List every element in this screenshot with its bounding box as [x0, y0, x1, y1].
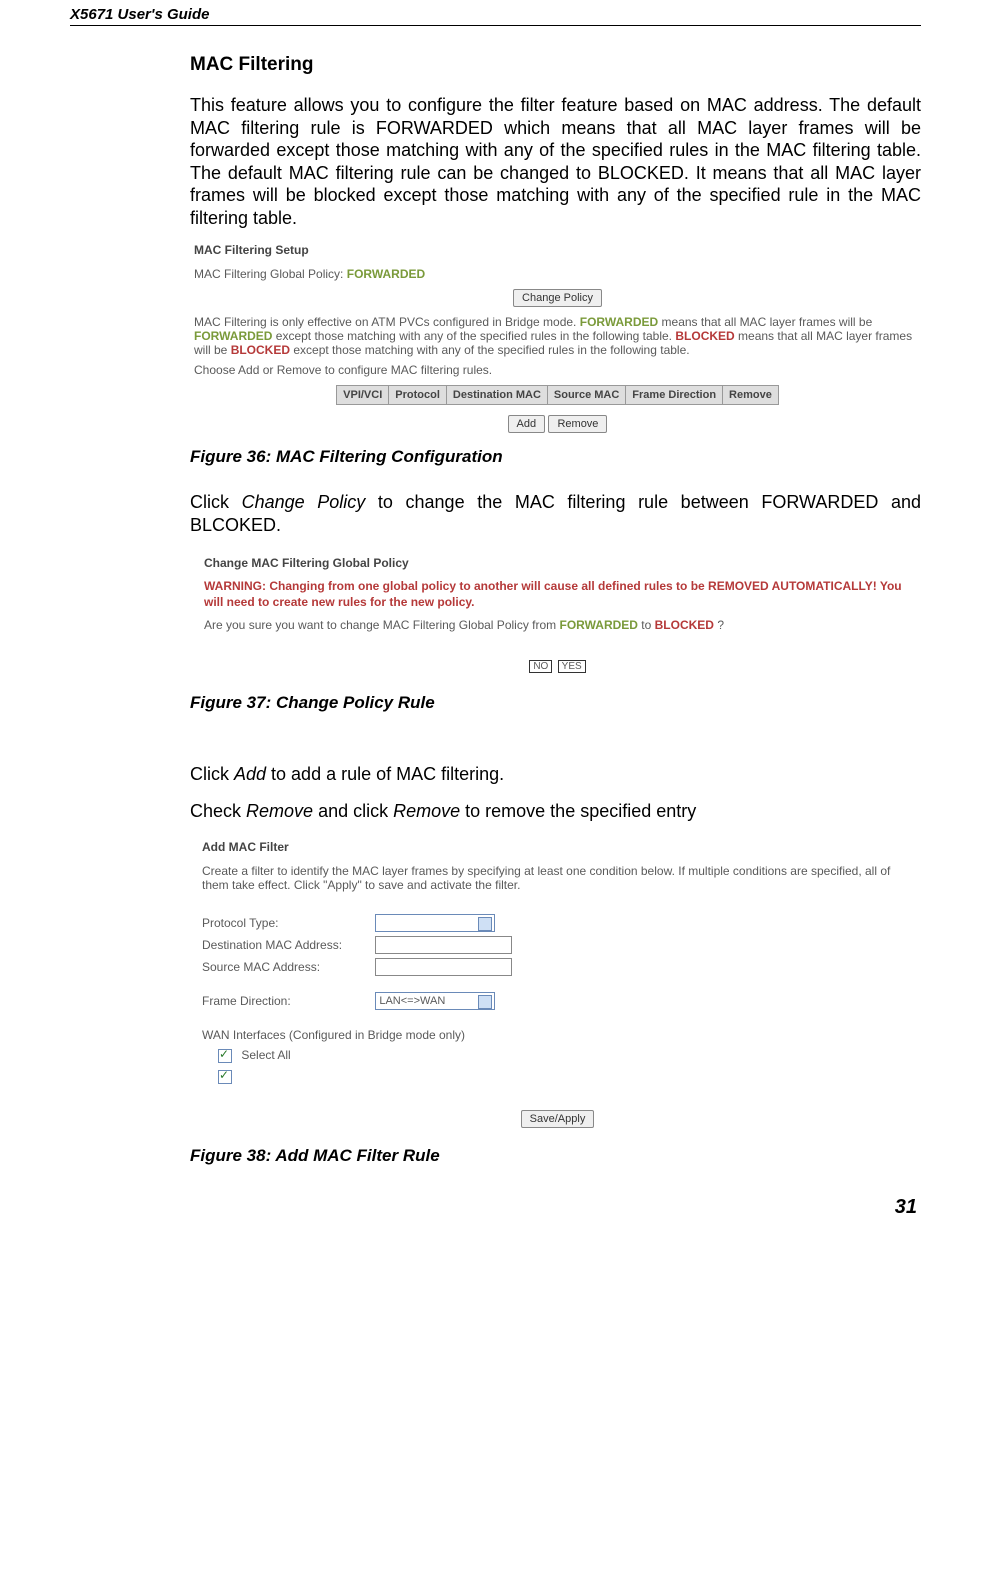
interface-checkbox[interactable]: [218, 1070, 232, 1084]
src-input[interactable]: [375, 958, 512, 976]
dest-input[interactable]: [375, 936, 512, 954]
wan-label: WAN Interfaces (Configured in Bridge mod…: [202, 1028, 913, 1042]
select-all-label: Select All: [241, 1048, 290, 1062]
yes-button[interactable]: YES: [558, 660, 586, 673]
policy-value: FORWARDED: [347, 267, 425, 281]
dest-row: Destination MAC Address:: [202, 936, 913, 954]
remove-rule-paragraph: Check Remove and click Remove to remove …: [190, 800, 921, 823]
figure-37-screenshot: Change MAC Filtering Global Policy WARNI…: [194, 550, 921, 679]
col-remove: Remove: [723, 386, 779, 405]
add-rule-paragraph: Click Add to add a rule of MAC filtering…: [190, 763, 921, 786]
protocol-label: Protocol Type:: [202, 916, 372, 930]
section-heading: MAC Filtering: [190, 54, 921, 76]
figure-38-caption: Figure 38: Add MAC Filter Rule: [190, 1146, 921, 1166]
col-src: Source MAC: [547, 386, 625, 405]
select-all-checkbox[interactable]: [218, 1049, 232, 1063]
page-number: 31: [70, 1196, 921, 1219]
figure-38-screenshot: Add MAC Filter Create a filter to identi…: [194, 836, 921, 1132]
src-row: Source MAC Address:: [202, 958, 913, 976]
remove-button[interactable]: Remove: [548, 415, 607, 433]
frame-label: Frame Direction:: [202, 994, 372, 1008]
src-label: Source MAC Address:: [202, 960, 372, 974]
main-content: MAC Filtering This feature allows you to…: [190, 54, 921, 1166]
figure-36-screenshot: MAC Filtering Setup MAC Filtering Global…: [194, 243, 921, 433]
add-filter-title: Add MAC Filter: [202, 840, 913, 854]
frame-row: Frame Direction: LAN<=>WAN: [202, 992, 913, 1010]
policy-label: MAC Filtering Global Policy:: [194, 267, 343, 281]
col-frame: Frame Direction: [626, 386, 723, 405]
protocol-select[interactable]: [375, 914, 495, 932]
header-title: X5671 User's Guide: [70, 6, 209, 23]
confirm-line: Are you sure you want to change MAC Filt…: [204, 618, 911, 632]
change-policy-warning: WARNING: Changing from one global policy…: [204, 578, 911, 610]
mac-desc: MAC Filtering is only effective on ATM P…: [194, 315, 921, 357]
policy-line: MAC Filtering Global Policy: FORWARDED: [194, 267, 921, 281]
dest-label: Destination MAC Address:: [202, 938, 372, 952]
change-policy-button[interactable]: Change Policy: [513, 289, 602, 307]
choose-line: Choose Add or Remove to configure MAC fi…: [194, 363, 921, 377]
no-button[interactable]: NO: [529, 660, 552, 673]
change-policy-paragraph: Click Change Policy to change the MAC fi…: [190, 491, 921, 536]
save-apply-button[interactable]: Save/Apply: [521, 1110, 595, 1128]
add-filter-desc: Create a filter to identify the MAC laye…: [202, 864, 913, 892]
col-vpi: VPI/VCI: [337, 386, 389, 405]
add-button[interactable]: Add: [508, 415, 546, 433]
mac-setup-title: MAC Filtering Setup: [194, 243, 921, 257]
page-header: X5671 User's Guide: [70, 0, 921, 26]
figure-36-caption: Figure 36: MAC Filtering Configuration: [190, 447, 921, 467]
intro-paragraph: This feature allows you to configure the…: [190, 94, 921, 229]
change-policy-title: Change MAC Filtering Global Policy: [204, 556, 911, 570]
protocol-row: Protocol Type:: [202, 914, 913, 932]
col-dest: Destination MAC: [446, 386, 547, 405]
figure-37-caption: Figure 37: Change Policy Rule: [190, 693, 921, 713]
col-protocol: Protocol: [389, 386, 447, 405]
mac-rules-table: VPI/VCI Protocol Destination MAC Source …: [336, 385, 779, 405]
frame-select[interactable]: LAN<=>WAN: [375, 992, 495, 1010]
